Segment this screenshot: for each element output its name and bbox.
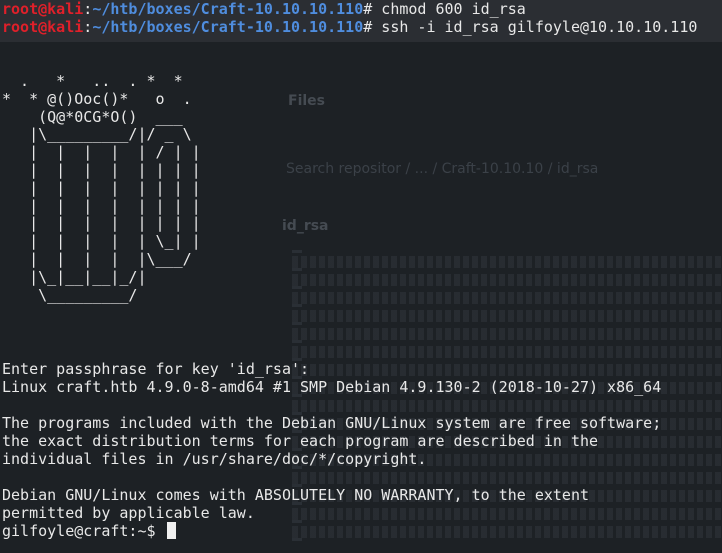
shell-prompt-line: root@kali:~/htb/boxes/Craft-10.10.10.110… <box>2 0 722 18</box>
ascii-line: \_________/ <box>2 285 138 304</box>
command-text: chmod 600 id_rsa <box>372 0 526 18</box>
ascii-line: . * .. . * * <box>2 72 183 90</box>
prompt-path: ~/htb/boxes/Craft-10.10.10.110 <box>92 18 364 36</box>
motd-line: The programs included with the Debian GN… <box>2 414 662 432</box>
ascii-line: | | | | | | | | <box>2 214 201 233</box>
warranty-line: Debian GNU/Linux comes with ABSOLUTELY N… <box>2 486 589 504</box>
motd-line: the exact distribution terms for each pr… <box>2 432 599 450</box>
remote-prompt-text: gilfoyle@craft:~$ <box>2 522 165 540</box>
prompt-symbol: # <box>363 0 373 18</box>
prompt-at: @ <box>38 18 48 36</box>
terminal-window[interactable]: root@kali:~/htb/boxes/Craft-10.10.10.110… <box>0 0 722 553</box>
passphrase-prompt: Enter passphrase for key 'id_rsa': <box>2 360 310 378</box>
terminal-output: Enter passphrase for key 'id_rsa': Linux… <box>0 360 722 540</box>
remote-shell-prompt[interactable]: gilfoyle@craft:~$ <box>0 522 722 540</box>
motd-line: individual files in /usr/share/doc/*/cop… <box>2 450 427 468</box>
prompt-symbol: # <box>363 18 373 36</box>
prompt-separator: : <box>83 0 93 18</box>
ascii-line: |\_________/|/ _ \ <box>2 125 192 144</box>
ascii-line: |\_|__|__|_/| <box>2 267 147 286</box>
ascii-line: * * @()Ooc()* o . <box>2 89 192 108</box>
prompt-path: ~/htb/boxes/Craft-10.10.10.110 <box>92 0 364 18</box>
ascii-line: | | | | | / | | <box>2 143 201 162</box>
system-info-line: Linux craft.htb 4.9.0-8-amd64 #1 SMP Deb… <box>2 378 662 396</box>
ascii-line: | | | | | \_| | <box>2 232 201 251</box>
prompt-user: root <box>2 0 39 18</box>
ascii-banner: . * .. . * * * * @()Ooc()* o . (Q@*0CG*O… <box>0 72 722 304</box>
prompt-host: kali <box>47 18 84 36</box>
warranty-line: permitted by applicable law. <box>2 504 255 522</box>
ascii-line: (Q@*0CG*O() ___ <box>2 107 183 126</box>
terminal-history: root@kali:~/htb/boxes/Craft-10.10.10.110… <box>0 0 722 42</box>
ascii-line: | | | | |\___/ <box>2 249 192 268</box>
prompt-host: kali <box>47 0 84 18</box>
ascii-line: | | | | | | | | <box>2 196 201 215</box>
prompt-user: root <box>2 18 39 36</box>
shell-prompt-line: root@kali:~/htb/boxes/Craft-10.10.10.110… <box>2 18 722 36</box>
command-text: ssh -i id_rsa gilfoyle@10.10.10.110 <box>372 18 698 36</box>
ascii-line: | | | | | | | | <box>2 178 201 197</box>
prompt-at: @ <box>38 0 48 18</box>
prompt-separator: : <box>83 18 93 36</box>
text-cursor <box>166 522 176 539</box>
ascii-line: | | | | | | | | <box>2 160 201 179</box>
